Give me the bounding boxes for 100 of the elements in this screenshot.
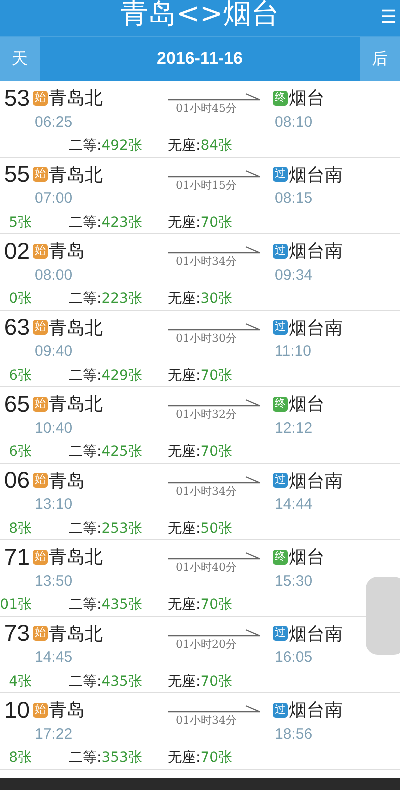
- destination-tag: 过: [273, 244, 288, 258]
- destination-station: 烟台南: [289, 240, 343, 263]
- origin-tag: 始: [33, 626, 48, 641]
- train-number: 73: [4, 620, 30, 647]
- assistive-touch-button[interactable]: [366, 577, 400, 655]
- origin-station: 青岛北: [49, 546, 103, 569]
- seat-count: 0张: [9, 290, 32, 308]
- destination-tag: 终: [273, 396, 288, 412]
- seat-availability: 二等:425张: [69, 443, 142, 461]
- origin-tag: 始: [33, 550, 48, 564]
- seat-count: 01张: [0, 596, 32, 614]
- arrival-time: 08:15: [274, 190, 313, 207]
- duration-label: 01小时40分: [175, 560, 237, 575]
- train-number: 10: [4, 696, 30, 724]
- origin-station: 青岛北: [49, 316, 103, 340]
- train-number: 55: [4, 161, 30, 188]
- arrival-time: 09:34: [274, 266, 313, 284]
- seat-count: 6张: [9, 366, 32, 384]
- seat-availability: 二等:435张: [69, 672, 142, 690]
- seat-count: 4张: [9, 672, 32, 690]
- arrival-time: 16:05: [274, 649, 313, 666]
- origin-station: 青岛: [49, 470, 85, 492]
- departure-time: 06:25: [34, 114, 73, 130]
- duration-label: 01小时34分: [175, 254, 237, 269]
- origin-station: 青岛北: [49, 87, 103, 110]
- destination-tag: 过: [273, 167, 288, 182]
- duration-label: 01小时30分: [175, 330, 237, 346]
- seat-availability: 无座:70张: [168, 443, 233, 461]
- departure-time: 09:40: [34, 343, 73, 360]
- menu-icon[interactable]: ☰: [380, 8, 397, 28]
- destination-tag: 过: [273, 473, 288, 488]
- destination-tag: 过: [273, 320, 288, 335]
- arrival-time: 18:56: [274, 726, 313, 742]
- origin-tag: 始: [33, 320, 48, 335]
- origin-tag: 始: [33, 702, 48, 718]
- previous-day-button[interactable]: 天: [0, 37, 40, 81]
- seat-count: 8张: [9, 749, 32, 767]
- arrival-time: 15:30: [274, 572, 313, 590]
- seat-availability: 二等:253张: [69, 520, 142, 538]
- destination-tag: 终: [273, 550, 288, 564]
- departure-time: 14:45: [34, 649, 73, 666]
- seat-availability: 二等:423张: [69, 214, 142, 232]
- arrival-time: 08:10: [274, 114, 313, 130]
- origin-station: 青岛: [49, 240, 85, 263]
- departure-time: 10:40: [34, 420, 73, 436]
- seat-count: 6张: [9, 443, 32, 461]
- origin-station: 青岛北: [49, 622, 103, 646]
- seat-count: 5张: [9, 214, 32, 232]
- seat-availability: 无座:70张: [168, 214, 233, 232]
- destination-tag: 过: [273, 626, 288, 641]
- seat-availability: 无座:70张: [168, 672, 233, 690]
- origin-tag: 始: [33, 396, 48, 412]
- destination-station: 烟台南: [289, 622, 343, 646]
- seat-availability: 二等:353张: [69, 749, 142, 767]
- origin-tag: 始: [33, 167, 48, 182]
- departure-time: 13:50: [34, 572, 73, 590]
- seat-availability: 二等:223张: [69, 290, 142, 308]
- origin-tag: 始: [33, 473, 48, 488]
- next-day-button[interactable]: 后: [360, 37, 400, 81]
- seat-availability: 无座:84张: [168, 137, 233, 155]
- duration-label: 01小时15分: [175, 178, 237, 192]
- destination-station: 烟台南: [289, 164, 343, 186]
- seat-count: 8张: [9, 520, 32, 538]
- destination-station: 烟台: [289, 393, 325, 416]
- duration-label: 01小时45分: [175, 101, 237, 116]
- departure-time: 13:10: [34, 496, 73, 513]
- seat-availability: 无座:30张: [168, 290, 233, 308]
- destination-tag: 过: [273, 702, 288, 718]
- origin-station: 青岛北: [49, 164, 103, 186]
- train-number: 71: [4, 544, 30, 570]
- arrival-time: 11:10: [274, 343, 312, 360]
- date-label: 2016-11-16: [156, 49, 244, 69]
- duration-label: 01小时34分: [175, 484, 237, 498]
- origin-station: 青岛北: [49, 393, 103, 416]
- destination-station: 烟台南: [289, 316, 343, 340]
- destination-tag: 终: [273, 90, 288, 106]
- train-number: 53: [4, 84, 30, 112]
- train-number: 06: [4, 467, 30, 494]
- seat-availability: 无座:70张: [168, 596, 233, 614]
- duration-label: 01小时20分: [175, 636, 237, 652]
- seat-availability: 二等:492张: [69, 137, 142, 155]
- origin-station: 青岛: [49, 699, 85, 722]
- duration-label: 01小时34分: [175, 713, 237, 728]
- destination-station: 烟台: [289, 87, 325, 110]
- destination-station: 烟台: [289, 546, 325, 569]
- origin-tag: 始: [33, 244, 48, 258]
- seat-availability: 无座:70张: [168, 749, 233, 767]
- origin-tag: 始: [33, 90, 48, 106]
- seat-availability: 无座:70张: [168, 366, 233, 384]
- seat-availability: 无座:50张: [168, 520, 233, 538]
- departure-time: 07:00: [34, 190, 73, 207]
- train-number: 65: [4, 390, 30, 418]
- departure-time: 17:22: [34, 726, 73, 742]
- train-number: 63: [4, 314, 30, 341]
- route-title: 青岛<>烟台: [120, 0, 280, 28]
- seat-availability: 二等:429张: [69, 366, 142, 384]
- destination-station: 烟台南: [289, 699, 343, 722]
- train-number: 02: [4, 238, 30, 264]
- duration-label: 01小时32分: [175, 407, 237, 422]
- arrival-time: 14:44: [274, 496, 313, 513]
